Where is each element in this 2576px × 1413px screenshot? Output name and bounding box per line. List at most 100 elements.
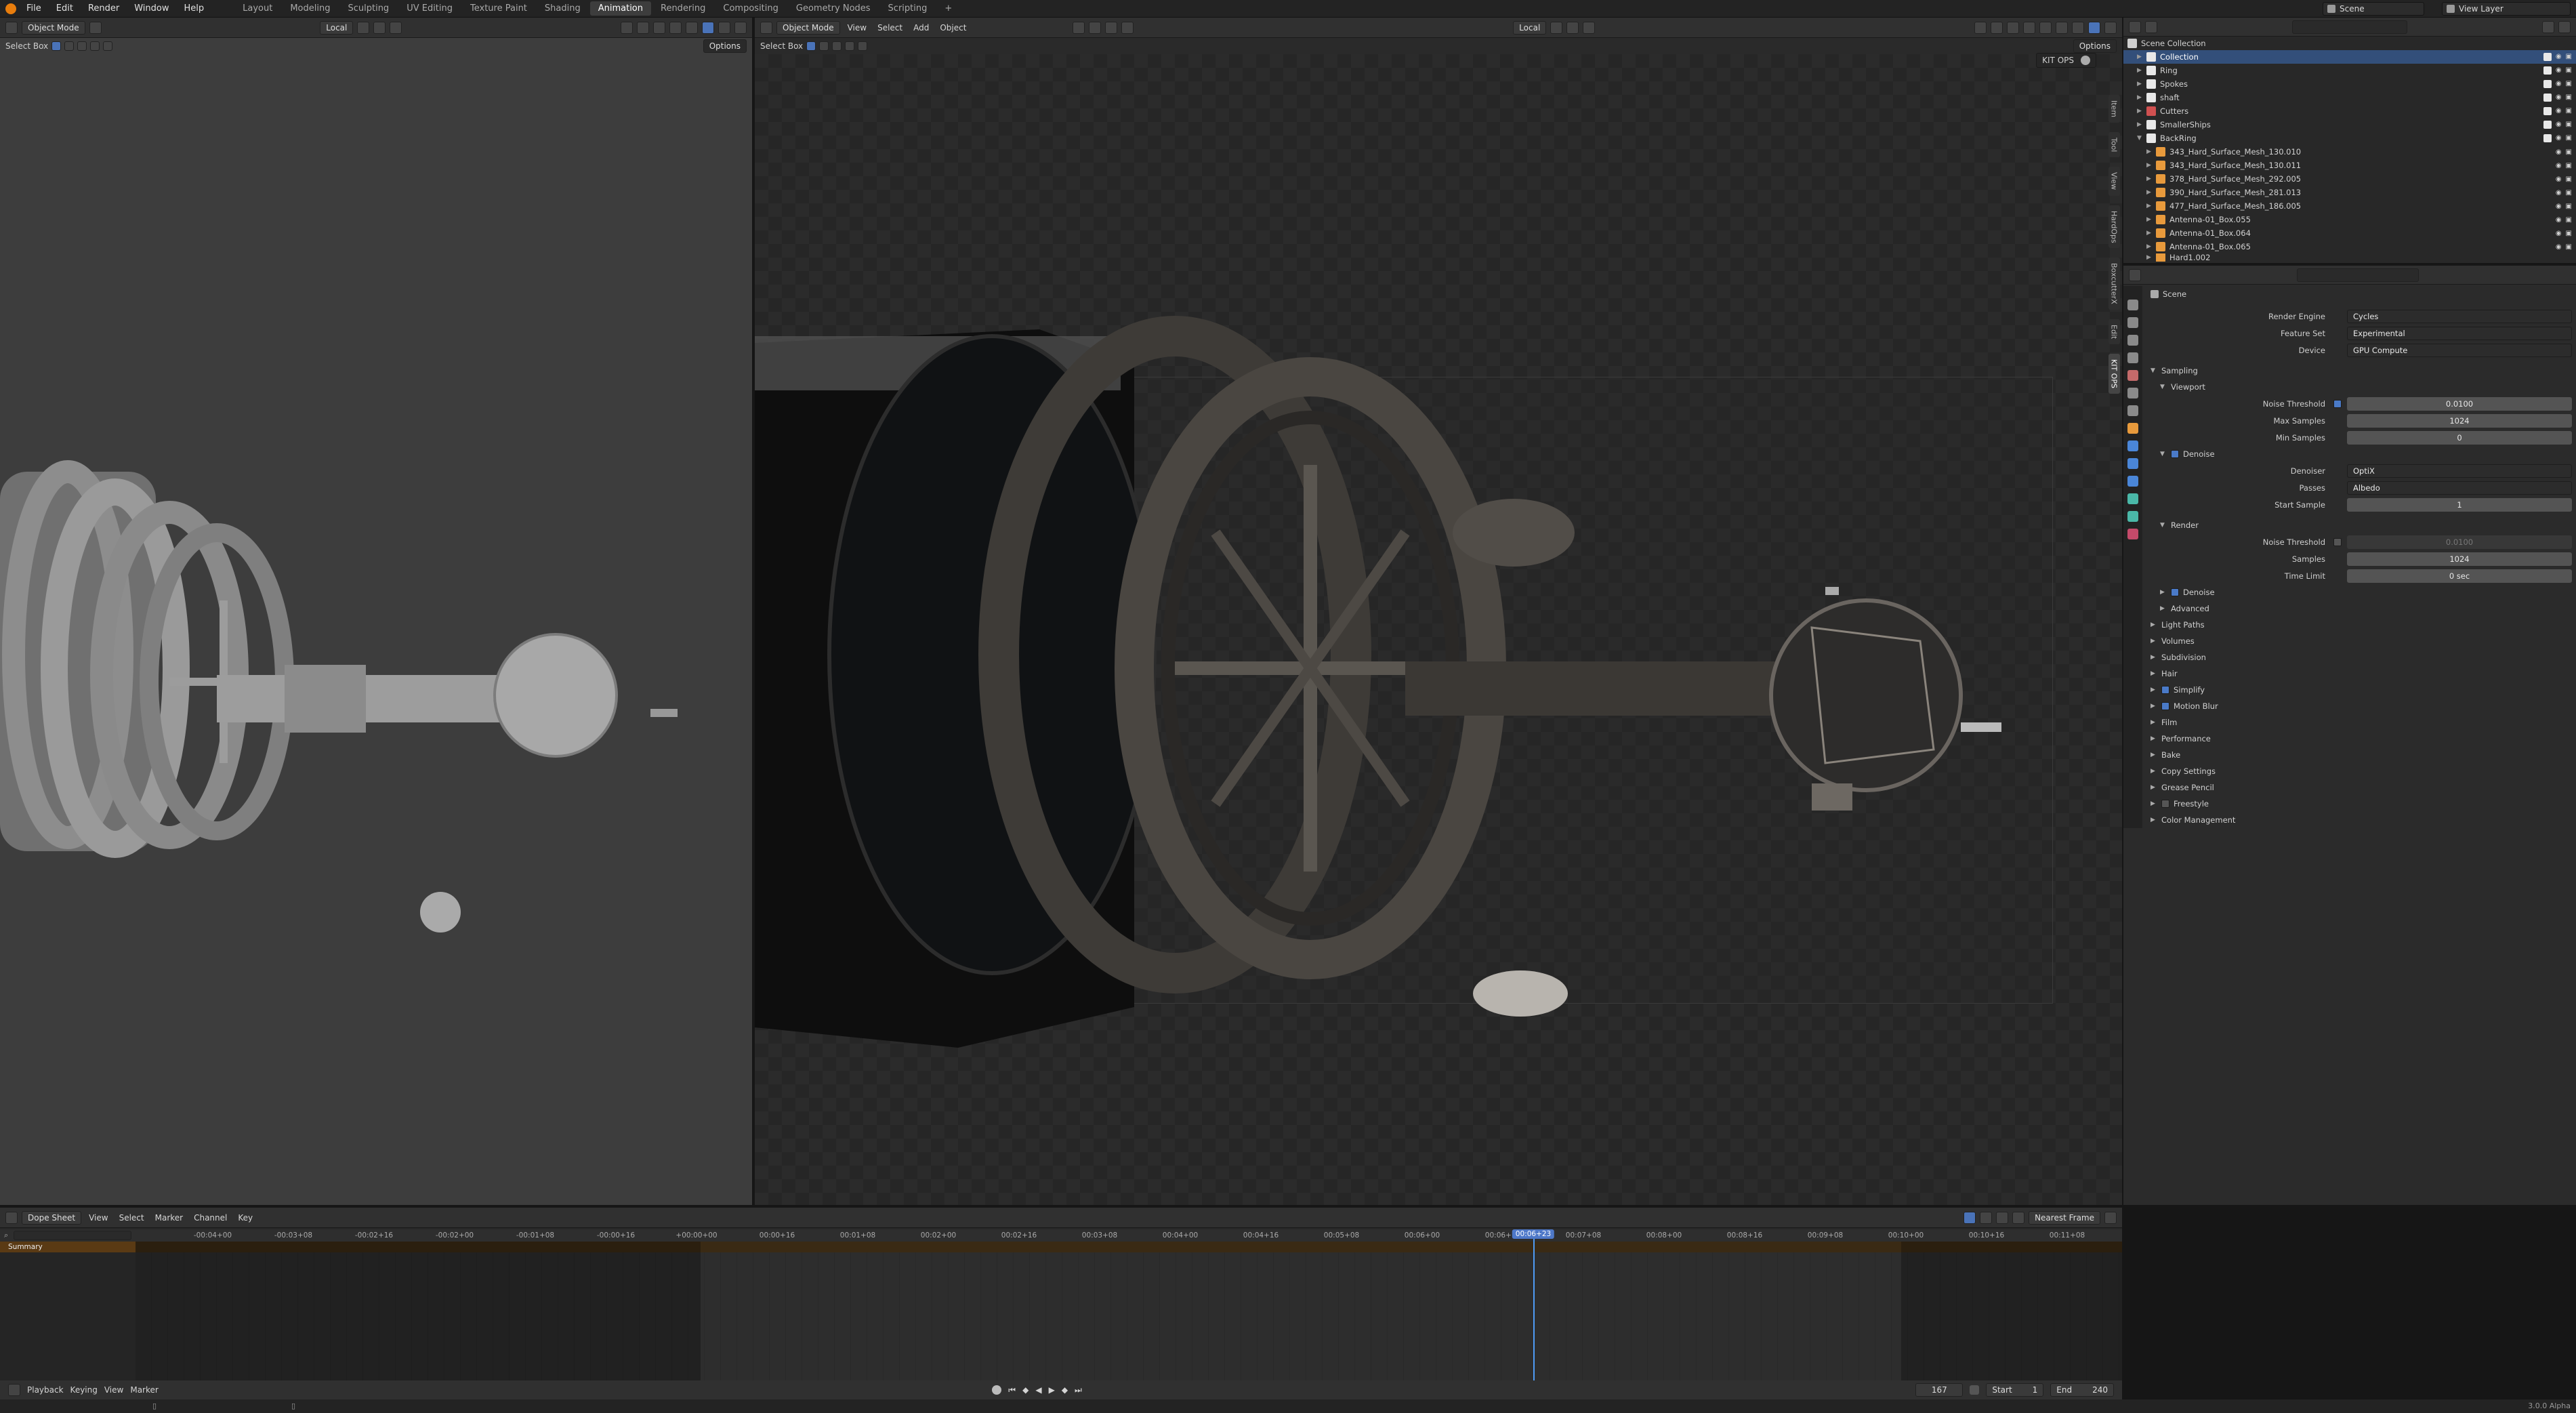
hardops-icon[interactable]: [1073, 21, 1085, 34]
jump-keyframe-forward-icon[interactable]: ◆: [1062, 1385, 1068, 1395]
visibility-icon[interactable]: [621, 21, 633, 34]
panel-bake[interactable]: ▶ Bake: [2144, 747, 2576, 763]
outliner-root[interactable]: Scene Collection: [2123, 37, 2576, 50]
options-button[interactable]: Options: [2073, 39, 2117, 53]
eye-icon[interactable]: ◉: [2556, 94, 2562, 102]
constraints-tab-icon[interactable]: [2127, 493, 2138, 504]
camera-icon[interactable]: ▣: [2566, 216, 2572, 224]
time-limit-field[interactable]: 0 sec: [2347, 569, 2572, 583]
boxcutter-icon[interactable]: [1089, 21, 1102, 34]
camera-icon[interactable]: ▣: [2566, 121, 2572, 129]
menu-render[interactable]: Render: [82, 2, 125, 15]
snap-mode-dropdown[interactable]: Nearest Frame: [2029, 1210, 2100, 1225]
feature-set-dropdown[interactable]: Experimental: [2347, 326, 2572, 340]
eye-icon[interactable]: ◉: [2556, 80, 2562, 88]
tab-animation[interactable]: Animation: [589, 1, 651, 16]
noise-threshold-field[interactable]: 0.0100: [2347, 396, 2572, 411]
camera-icon[interactable]: ▣: [2566, 80, 2572, 88]
search-icon[interactable]: ⌕: [4, 1231, 8, 1240]
show-hidden-icon[interactable]: [1980, 1211, 1993, 1224]
render-tab-icon[interactable]: [2127, 317, 2138, 328]
sidebar-tab-kitops[interactable]: KIT OPS: [2108, 354, 2120, 394]
orientation-selector[interactable]: Local: [1513, 20, 1547, 35]
eye-icon[interactable]: ◉: [2556, 230, 2562, 237]
world-tab-icon[interactable]: [2127, 388, 2138, 398]
tab-rendering[interactable]: Rendering: [652, 1, 713, 16]
tab-compositing[interactable]: Compositing: [715, 1, 787, 16]
eye-icon[interactable]: ◉: [2556, 134, 2562, 142]
panel-simplify[interactable]: ▶ Simplify: [2144, 682, 2576, 698]
sidebar-tab-boxcutter[interactable]: BoxcutterX: [2108, 258, 2120, 310]
xray-icon[interactable]: [2023, 21, 2036, 34]
outliner-item[interactable]: ▶ Collection ◉ ▣: [2123, 50, 2576, 64]
keying-menu[interactable]: Keying: [70, 1385, 98, 1395]
modifier-tab-icon[interactable]: [2127, 441, 2138, 451]
expand-arrow-icon[interactable]: ▶: [2146, 176, 2156, 182]
menu-channel[interactable]: Channel: [190, 1213, 230, 1223]
menu-view[interactable]: View: [844, 23, 870, 33]
eye-icon[interactable]: ◉: [2556, 216, 2562, 224]
jump-keyframe-back-icon[interactable]: ◆: [1022, 1385, 1029, 1395]
expand-arrow-icon[interactable]: ▶: [2137, 67, 2146, 74]
device-dropdown[interactable]: GPU Compute: [2347, 343, 2572, 357]
overlay-icon[interactable]: [2007, 21, 2020, 34]
marker-menu[interactable]: Marker: [130, 1385, 158, 1395]
select-intersect-icon[interactable]: [858, 41, 868, 51]
filter-icon[interactable]: [2542, 20, 2554, 33]
expand-arrow-icon[interactable]: ▶: [2137, 54, 2146, 60]
tab-shading[interactable]: Shading: [537, 1, 589, 16]
eye-icon[interactable]: ◉: [2556, 53, 2562, 61]
physics-tab-icon[interactable]: [2127, 476, 2138, 487]
panel-light-paths[interactable]: ▶ Light Paths: [2144, 617, 2576, 633]
shading-wireframe-icon[interactable]: [2039, 21, 2052, 34]
sidebar-tab-item[interactable]: Item: [2108, 95, 2120, 123]
render-denoise-checkbox[interactable]: [2171, 588, 2179, 596]
display-mode-icon[interactable]: [2145, 20, 2157, 33]
render-subpanel-header[interactable]: ▼ Render: [2144, 517, 2576, 533]
add-workspace-button[interactable]: +: [936, 1, 960, 16]
proportional-edit-icon[interactable]: [1583, 21, 1596, 34]
shading-material-icon[interactable]: [2072, 21, 2085, 34]
camera-icon[interactable]: ▣: [2566, 176, 2572, 183]
menu-file[interactable]: File: [20, 2, 47, 15]
proportional-edit-icon[interactable]: [2104, 1211, 2117, 1224]
render-noise-threshold-checkbox[interactable]: [2333, 537, 2342, 546]
only-selected-icon[interactable]: [1964, 1211, 1976, 1224]
jump-end-icon[interactable]: ⏭: [1075, 1385, 1082, 1395]
mode-selector[interactable]: Object Mode: [776, 20, 840, 35]
sidebar-tab-hardops[interactable]: HardOps: [2108, 205, 2120, 249]
camera-icon[interactable]: ▣: [2566, 94, 2572, 102]
object-tab-icon[interactable]: [2127, 423, 2138, 434]
select-extend-icon[interactable]: [819, 41, 829, 51]
panel-freestyle[interactable]: ▶ Freestyle: [2144, 796, 2576, 812]
shading-material-icon[interactable]: [718, 21, 731, 34]
collection-tab-icon[interactable]: [2127, 405, 2138, 416]
outliner-item[interactable]: ▶ Antenna-01_Box.065 ◉ ▣: [2123, 240, 2576, 253]
orientation-selector[interactable]: Local: [320, 20, 354, 35]
outliner-item[interactable]: ▶ SmallerShips ◉ ▣: [2123, 118, 2576, 131]
data-tab-icon[interactable]: [2127, 511, 2138, 522]
gizmo-icon[interactable]: [637, 21, 650, 34]
material-tab-icon[interactable]: [2127, 529, 2138, 539]
advanced-subpanel-header[interactable]: ▶ Advanced: [2144, 600, 2576, 617]
select-invert-icon[interactable]: [845, 41, 855, 51]
outliner-item[interactable]: ▶ Antenna-01_Box.064 ◉ ▣: [2123, 226, 2576, 240]
outliner-item[interactable]: ▶ Cutters ◉ ▣: [2123, 104, 2576, 118]
outliner-item[interactable]: ▶ shaft ◉ ▣: [2123, 91, 2576, 104]
search-icon[interactable]: [1121, 21, 1134, 34]
panel-film[interactable]: ▶ Film: [2144, 714, 2576, 731]
snap-icon[interactable]: [1566, 21, 1579, 34]
samples-field[interactable]: 1024: [2347, 552, 2572, 566]
outliner-item[interactable]: ▶ 343_Hard_Surface_Mesh_130.010 ◉ ▣: [2123, 145, 2576, 159]
viewport-main[interactable]: Object Mode View Select Add Object Local…: [755, 18, 2122, 1205]
eye-icon[interactable]: ◉: [2556, 162, 2562, 169]
menu-add[interactable]: Add: [910, 23, 932, 33]
channel-search-input[interactable]: [14, 1231, 131, 1240]
editor-type-icon[interactable]: [5, 1211, 18, 1224]
editor-type-icon[interactable]: [2129, 20, 2141, 33]
camera-icon[interactable]: ▣: [2566, 107, 2572, 115]
expand-arrow-icon[interactable]: ▶: [2146, 216, 2156, 223]
play-icon[interactable]: ▶: [1049, 1385, 1055, 1395]
panel-motion-blur[interactable]: ▶ Motion Blur: [2144, 698, 2576, 714]
expand-arrow-icon[interactable]: ▶: [2146, 189, 2156, 196]
